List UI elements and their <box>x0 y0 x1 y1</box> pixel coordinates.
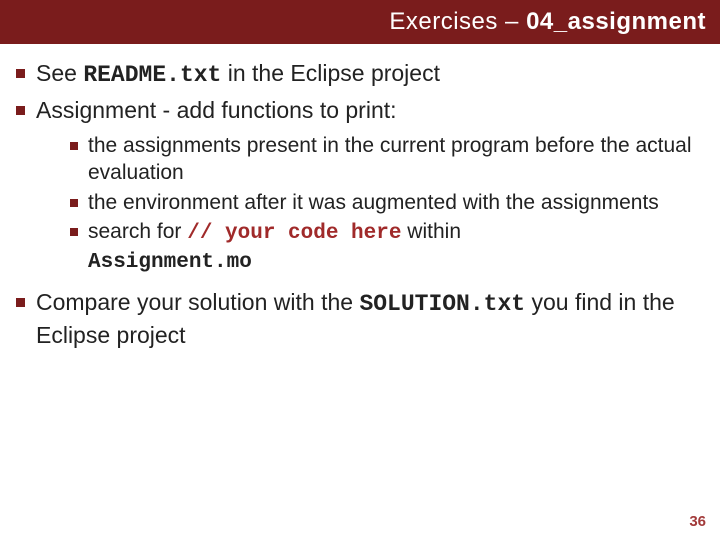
text: search for <box>88 220 187 243</box>
text: within <box>401 220 461 243</box>
text: Compare your solution with the <box>36 289 359 315</box>
text: the assignments present in the current p… <box>88 134 692 184</box>
list-item: the environment after it was augmented w… <box>36 189 712 216</box>
slide-title: Exercises – 04_assignment <box>389 8 706 36</box>
title-bold: 04_assignment <box>526 8 706 35</box>
slide-header: Exercises – 04_assignment <box>0 0 720 44</box>
title-prefix: Exercises – <box>389 8 526 35</box>
list-item: search for // your code here within Assi… <box>36 218 712 277</box>
list-item: See README.txt in the Eclipse project <box>8 58 712 91</box>
list-item: Compare your solution with the SOLUTION.… <box>8 287 712 351</box>
text: the environment after it was augmented w… <box>88 191 659 214</box>
bullet-list: See README.txt in the Eclipse project As… <box>8 58 712 351</box>
text: See <box>36 60 83 86</box>
text: in the Eclipse project <box>221 60 440 86</box>
text: Assignment - add functions to print: <box>36 97 397 123</box>
code-text: // your code here <box>187 222 401 245</box>
list-item: Assignment - add functions to print: the… <box>8 95 712 277</box>
list-item: the assignments present in the current p… <box>36 132 712 187</box>
code-text: README.txt <box>83 62 221 88</box>
slide-content: See README.txt in the Eclipse project As… <box>0 44 720 351</box>
sub-bullet-list: the assignments present in the current p… <box>36 132 712 276</box>
page-number: 36 <box>689 513 706 530</box>
code-text: SOLUTION.txt <box>359 291 525 317</box>
code-text: Assignment.mo <box>88 251 252 274</box>
